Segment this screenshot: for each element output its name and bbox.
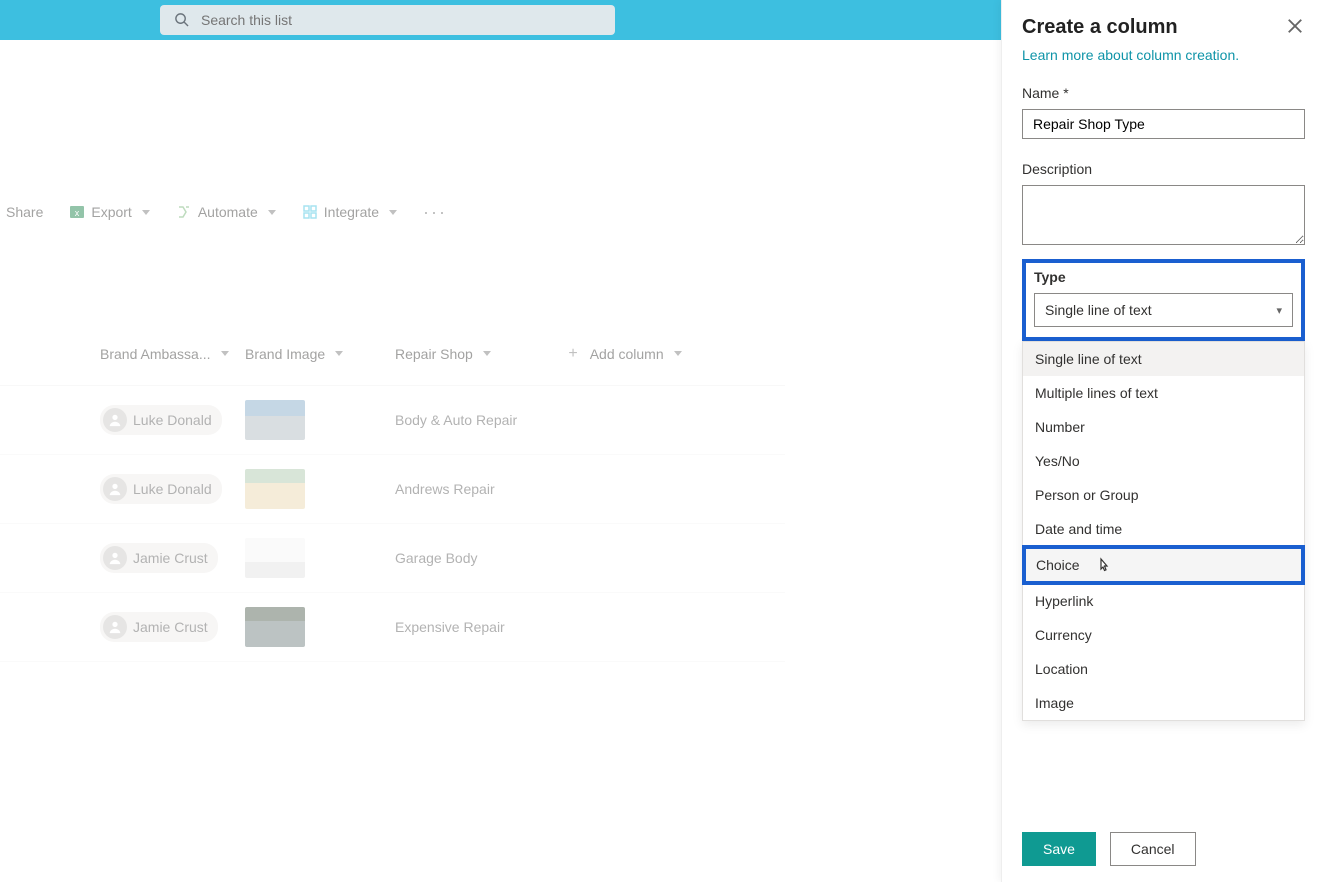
table-row[interactable]: Luke Donald Andrews Repair [0,455,785,524]
column-header-image[interactable]: Brand Image [245,346,395,362]
add-column-button[interactable]: + Add column [545,345,705,363]
name-field-label: Name * [1022,85,1305,101]
brand-image-thumb[interactable] [245,400,305,440]
create-column-panel: Create a column Learn more about column … [1001,0,1325,882]
brand-image-thumb[interactable] [245,538,305,578]
description-field-label: Description [1022,161,1305,177]
learn-more-link[interactable]: Learn more about column creation. [1022,47,1305,63]
share-button[interactable]: Share [6,204,43,220]
type-option-hyperlink[interactable]: Hyperlink [1023,584,1304,618]
table-row[interactable]: Jamie Crust Garage Body [0,524,785,593]
repair-shop-cell: Garage Body [395,550,545,566]
person-name: Jamie Crust [133,619,208,635]
type-option-multi-line[interactable]: Multiple lines of text [1023,376,1304,410]
person-chip[interactable]: Luke Donald [100,405,222,435]
repair-shop-cell: Body & Auto Repair [395,412,545,428]
integrate-label: Integrate [324,204,379,220]
close-icon[interactable] [1285,16,1305,36]
search-input[interactable] [201,12,601,28]
type-option-image[interactable]: Image [1023,686,1304,720]
list-table: Brand Ambassa... Brand Image Repair Shop… [0,340,785,662]
excel-icon: x [69,204,85,220]
type-option-location[interactable]: Location [1023,652,1304,686]
person-name: Luke Donald [133,481,212,497]
person-chip[interactable]: Jamie Crust [100,612,218,642]
table-header-row: Brand Ambassa... Brand Image Repair Shop… [0,340,785,386]
type-option-choice[interactable]: Choice [1022,545,1305,585]
type-option-currency[interactable]: Currency [1023,618,1304,652]
type-dropdown: Single line of text Multiple lines of te… [1022,341,1305,721]
grid-icon [302,204,318,220]
add-column-label: Add column [590,346,664,362]
more-commands-button[interactable]: ··· [423,202,447,223]
name-input[interactable] [1022,109,1305,139]
repair-shop-cell: Andrews Repair [395,481,545,497]
type-option-number[interactable]: Number [1023,410,1304,444]
person-name: Luke Donald [133,412,212,428]
panel-footer: Save Cancel [1022,812,1305,866]
command-bar: Share x Export Automate Integrate ··· [0,190,453,234]
save-button[interactable]: Save [1022,832,1096,866]
cursor-pointer-icon [1096,557,1112,573]
avatar-icon [103,408,127,432]
type-option-person[interactable]: Person or Group [1023,478,1304,512]
type-option-choice-label: Choice [1036,557,1080,573]
chevron-down-icon: ▾ [1276,304,1282,317]
brand-image-thumb[interactable] [245,607,305,647]
type-select[interactable]: Single line of text ▾ [1034,293,1293,327]
automate-button[interactable]: Automate [176,204,276,220]
table-row[interactable]: Jamie Crust Expensive Repair [0,593,785,662]
plus-icon: + [568,345,577,363]
svg-text:x: x [75,208,80,218]
table-row[interactable]: Luke Donald Body & Auto Repair [0,386,785,455]
avatar-icon [103,477,127,501]
type-option-yesno[interactable]: Yes/No [1023,444,1304,478]
column-header-repair-label: Repair Shop [395,346,473,362]
export-label: Export [91,204,131,220]
repair-shop-cell: Expensive Repair [395,619,545,635]
type-field-label: Type [1034,269,1293,285]
person-chip[interactable]: Jamie Crust [100,543,218,573]
column-header-ambassador-label: Brand Ambassa... [100,346,211,362]
type-option-datetime[interactable]: Date and time [1023,512,1304,546]
column-header-image-label: Brand Image [245,346,325,362]
column-header-ambassador[interactable]: Brand Ambassa... [100,346,245,362]
export-button[interactable]: x Export [69,204,149,220]
type-selected-value: Single line of text [1045,302,1152,318]
person-chip[interactable]: Luke Donald [100,474,222,504]
share-label: Share [6,204,43,220]
integrate-button[interactable]: Integrate [302,204,397,220]
column-header-repair[interactable]: Repair Shop [395,346,545,362]
brand-image-thumb[interactable] [245,469,305,509]
search-icon [174,12,189,28]
search-box[interactable] [160,5,615,35]
flow-icon [176,204,192,220]
type-option-single-line[interactable]: Single line of text [1023,342,1304,376]
automate-label: Automate [198,204,258,220]
cancel-button[interactable]: Cancel [1110,832,1196,866]
panel-title: Create a column [1022,16,1178,39]
type-field-highlight: Type Single line of text ▾ [1022,259,1305,341]
avatar-icon [103,615,127,639]
person-name: Jamie Crust [133,550,208,566]
avatar-icon [103,546,127,570]
description-input[interactable] [1022,185,1305,245]
